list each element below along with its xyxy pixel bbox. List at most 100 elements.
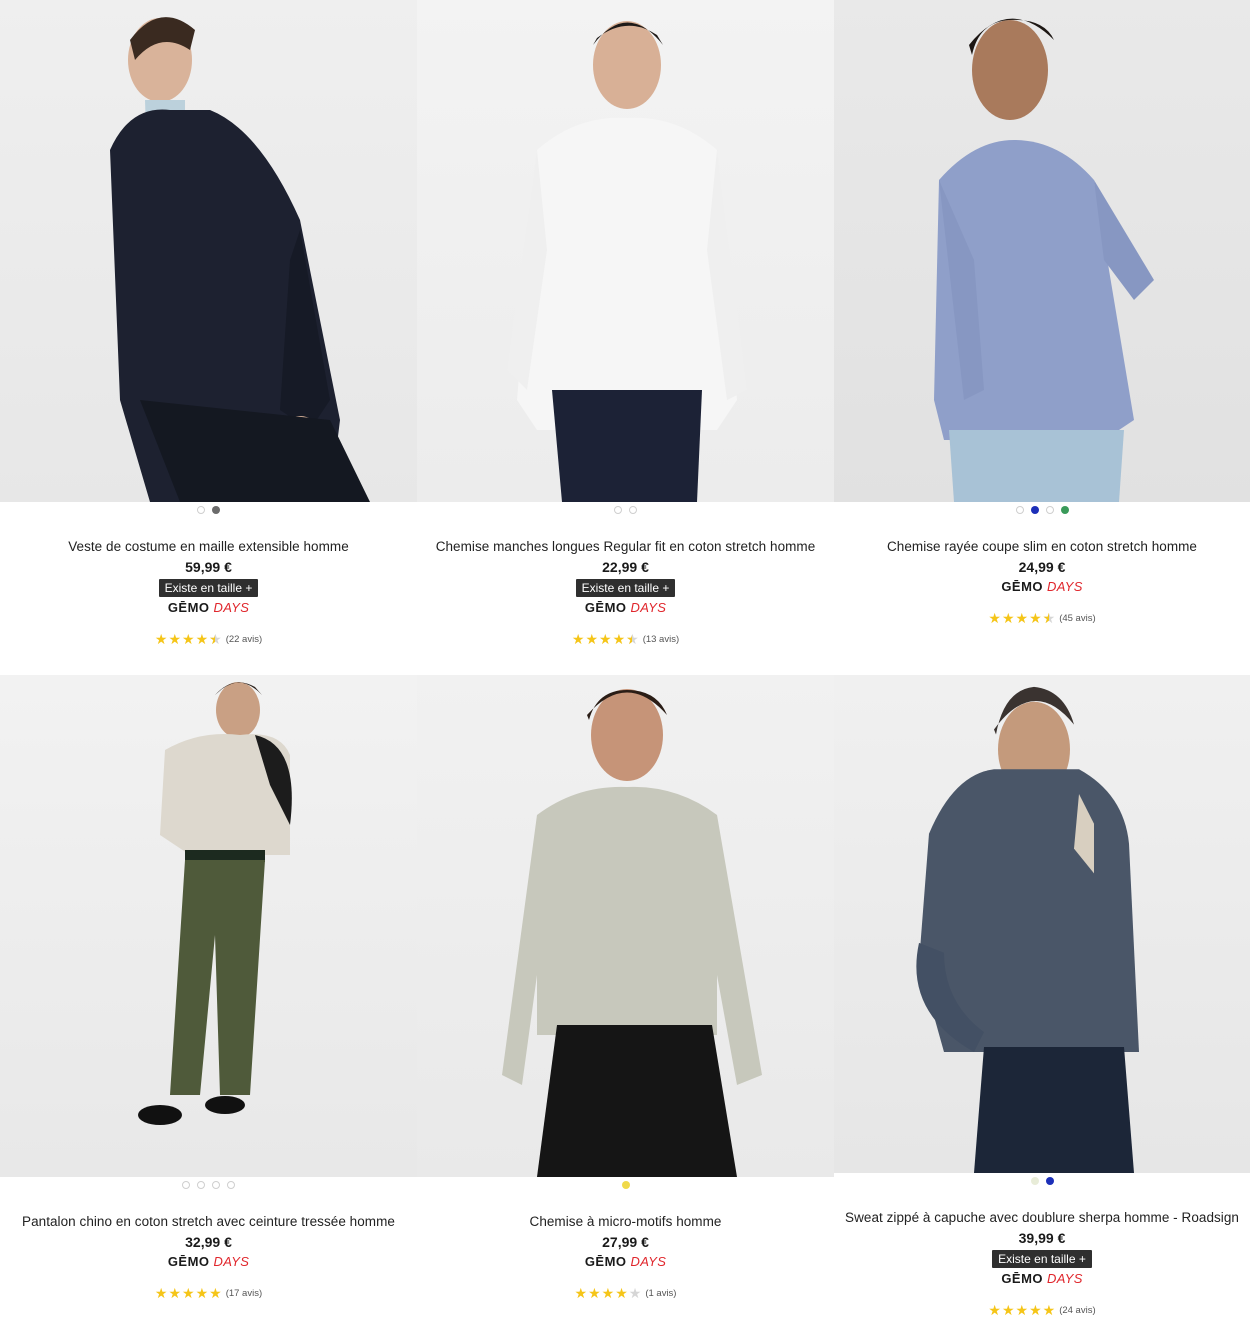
product-title[interactable]: Sweat zippé à capuche avec doublure sher… xyxy=(845,1209,1239,1227)
color-swatches xyxy=(621,1181,630,1189)
product-price: 32,99 € xyxy=(185,1234,232,1250)
product-card[interactable]: Chemise à micro-motifs homme 27,99 € GĒM… xyxy=(417,675,834,1317)
product-title[interactable]: Chemise rayée coupe slim en coton stretc… xyxy=(887,538,1197,556)
review-count: (13 avis) xyxy=(642,633,680,645)
product-card[interactable]: Chemise manches longues Regular fit en c… xyxy=(417,0,834,675)
gemo-logo: GĒMO xyxy=(1001,579,1044,594)
product-price: 59,99 € xyxy=(185,559,232,575)
star-icon: ★ xyxy=(195,631,209,647)
gemo-days-label: GĒMO DAYS xyxy=(1001,579,1082,595)
star-icon: ★ xyxy=(1029,1302,1042,1317)
star-icon: ★ xyxy=(195,1285,209,1301)
days-label: DAYS xyxy=(630,600,667,615)
product-price: 39,99 € xyxy=(1018,1230,1066,1246)
product-title[interactable]: Veste de costume en maille extensible ho… xyxy=(68,538,349,556)
color-swatch-blue[interactable] xyxy=(1045,1177,1054,1185)
star-icon: ★ xyxy=(1001,1302,1015,1317)
star-icon: ★ xyxy=(154,631,168,647)
rating-stars: ★ ★ ★ ★ ★ xyxy=(575,1286,642,1300)
star-icon: ★ xyxy=(154,1285,168,1301)
review-count: (17 avis) xyxy=(225,1287,263,1299)
half-star-icon: ★ xyxy=(209,632,222,646)
product-card[interactable]: Veste de costume en maille extensible ho… xyxy=(0,0,417,675)
product-title[interactable]: Pantalon chino en coton stretch avec cei… xyxy=(22,1213,395,1231)
color-swatch-3[interactable] xyxy=(212,1181,220,1189)
product-image[interactable] xyxy=(834,0,1250,502)
product-title[interactable]: Chemise à micro-motifs homme xyxy=(530,1213,722,1231)
color-swatch-green[interactable] xyxy=(1060,506,1069,514)
days-label: DAYS xyxy=(1047,579,1083,594)
empty-star-icon: ★ xyxy=(628,1285,642,1301)
star-icon: ★ xyxy=(182,1285,195,1301)
rating-stars: ★ ★ ★ ★ ★ xyxy=(155,632,222,646)
product-card[interactable]: Sweat zippé à capuche avec doublure sher… xyxy=(834,675,1250,1317)
size-plus-badge: Existe en taille + xyxy=(575,579,676,597)
gemo-days-label: GĒMO DAYS xyxy=(1001,1271,1082,1287)
product-image[interactable] xyxy=(0,675,417,1177)
color-swatches xyxy=(614,506,637,514)
color-swatch-cream[interactable] xyxy=(1030,1177,1039,1185)
star-icon: ★ xyxy=(209,1285,222,1301)
color-swatch-white[interactable] xyxy=(614,506,622,514)
review-count: (24 avis) xyxy=(1059,1304,1096,1316)
color-swatch-white-2[interactable] xyxy=(1045,506,1054,514)
color-swatch-white-2[interactable] xyxy=(629,506,637,514)
star-icon: ★ xyxy=(988,1302,1001,1317)
rating-stars: ★ ★ ★ ★ ★ xyxy=(988,611,1055,625)
size-plus-badge: Existe en taille + xyxy=(158,579,259,597)
product-image[interactable] xyxy=(834,675,1250,1173)
product-rating: ★ ★ ★ ★ ★ (17 avis) xyxy=(155,1286,262,1300)
product-price: 24,99 € xyxy=(1018,559,1066,575)
gemo-logo: GĒMO xyxy=(584,600,627,615)
product-rating: ★ ★ ★ ★ ★ (45 avis) xyxy=(988,611,1095,625)
color-swatch-blue[interactable] xyxy=(1030,506,1039,514)
color-swatch-white[interactable] xyxy=(197,506,205,514)
product-image[interactable] xyxy=(417,675,834,1177)
color-swatch-4[interactable] xyxy=(227,1181,235,1189)
gemo-logo: GĒMO xyxy=(167,600,210,615)
star-icon: ★ xyxy=(574,1285,588,1301)
color-swatch-yellow[interactable] xyxy=(621,1181,630,1189)
product-card[interactable]: Pantalon chino en coton stretch avec cei… xyxy=(0,675,417,1317)
star-icon: ★ xyxy=(1042,1302,1056,1317)
star-icon: ★ xyxy=(182,631,195,647)
gemo-logo: GĒMO xyxy=(584,1254,627,1269)
color-swatches xyxy=(1015,506,1069,514)
product-image[interactable] xyxy=(0,0,417,502)
product-card[interactable]: Chemise rayée coupe slim en coton stretc… xyxy=(834,0,1250,675)
star-icon: ★ xyxy=(988,610,1001,626)
gemo-days-label: GĒMO DAYS xyxy=(168,1254,249,1270)
color-swatch-1[interactable] xyxy=(182,1181,190,1189)
color-swatch-grey[interactable] xyxy=(212,506,220,514)
color-swatches xyxy=(197,506,220,514)
product-rating: ★ ★ ★ ★ ★ (22 avis) xyxy=(155,632,262,646)
days-label: DAYS xyxy=(630,1254,667,1269)
product-rating: ★ ★ ★ ★ ★ (1 avis) xyxy=(575,1286,677,1300)
star-icon: ★ xyxy=(1001,610,1015,626)
gemo-logo: GĒMO xyxy=(1001,1271,1044,1286)
product-title[interactable]: Chemise manches longues Regular fit en c… xyxy=(436,538,816,556)
gemo-logo: GĒMO xyxy=(167,1254,210,1269)
half-star-icon: ★ xyxy=(626,632,639,646)
size-plus-badge: Existe en taille + xyxy=(992,1250,1092,1268)
color-swatch-2[interactable] xyxy=(197,1181,205,1189)
days-label: DAYS xyxy=(213,1254,250,1269)
product-rating: ★ ★ ★ ★ ★ (24 avis) xyxy=(988,1303,1095,1317)
review-count: (22 avis) xyxy=(225,633,263,645)
color-swatches xyxy=(1030,1177,1054,1185)
rating-stars: ★ ★ ★ ★ ★ xyxy=(988,1303,1055,1317)
product-image[interactable] xyxy=(417,0,834,502)
star-icon: ★ xyxy=(601,1285,615,1301)
star-icon: ★ xyxy=(599,631,612,647)
days-label: DAYS xyxy=(1047,1271,1083,1286)
gemo-days-label: GĒMO DAYS xyxy=(585,600,666,616)
review-count: (45 avis) xyxy=(1059,612,1096,624)
product-rating: ★ ★ ★ ★ ★ (13 avis) xyxy=(572,632,679,646)
star-icon: ★ xyxy=(168,631,181,647)
color-swatch-white[interactable] xyxy=(1015,506,1024,514)
star-icon: ★ xyxy=(571,631,585,647)
product-grid: Veste de costume en maille extensible ho… xyxy=(0,0,1250,1317)
star-icon: ★ xyxy=(1029,610,1042,626)
color-swatches xyxy=(182,1181,235,1189)
star-icon: ★ xyxy=(1015,1302,1029,1317)
